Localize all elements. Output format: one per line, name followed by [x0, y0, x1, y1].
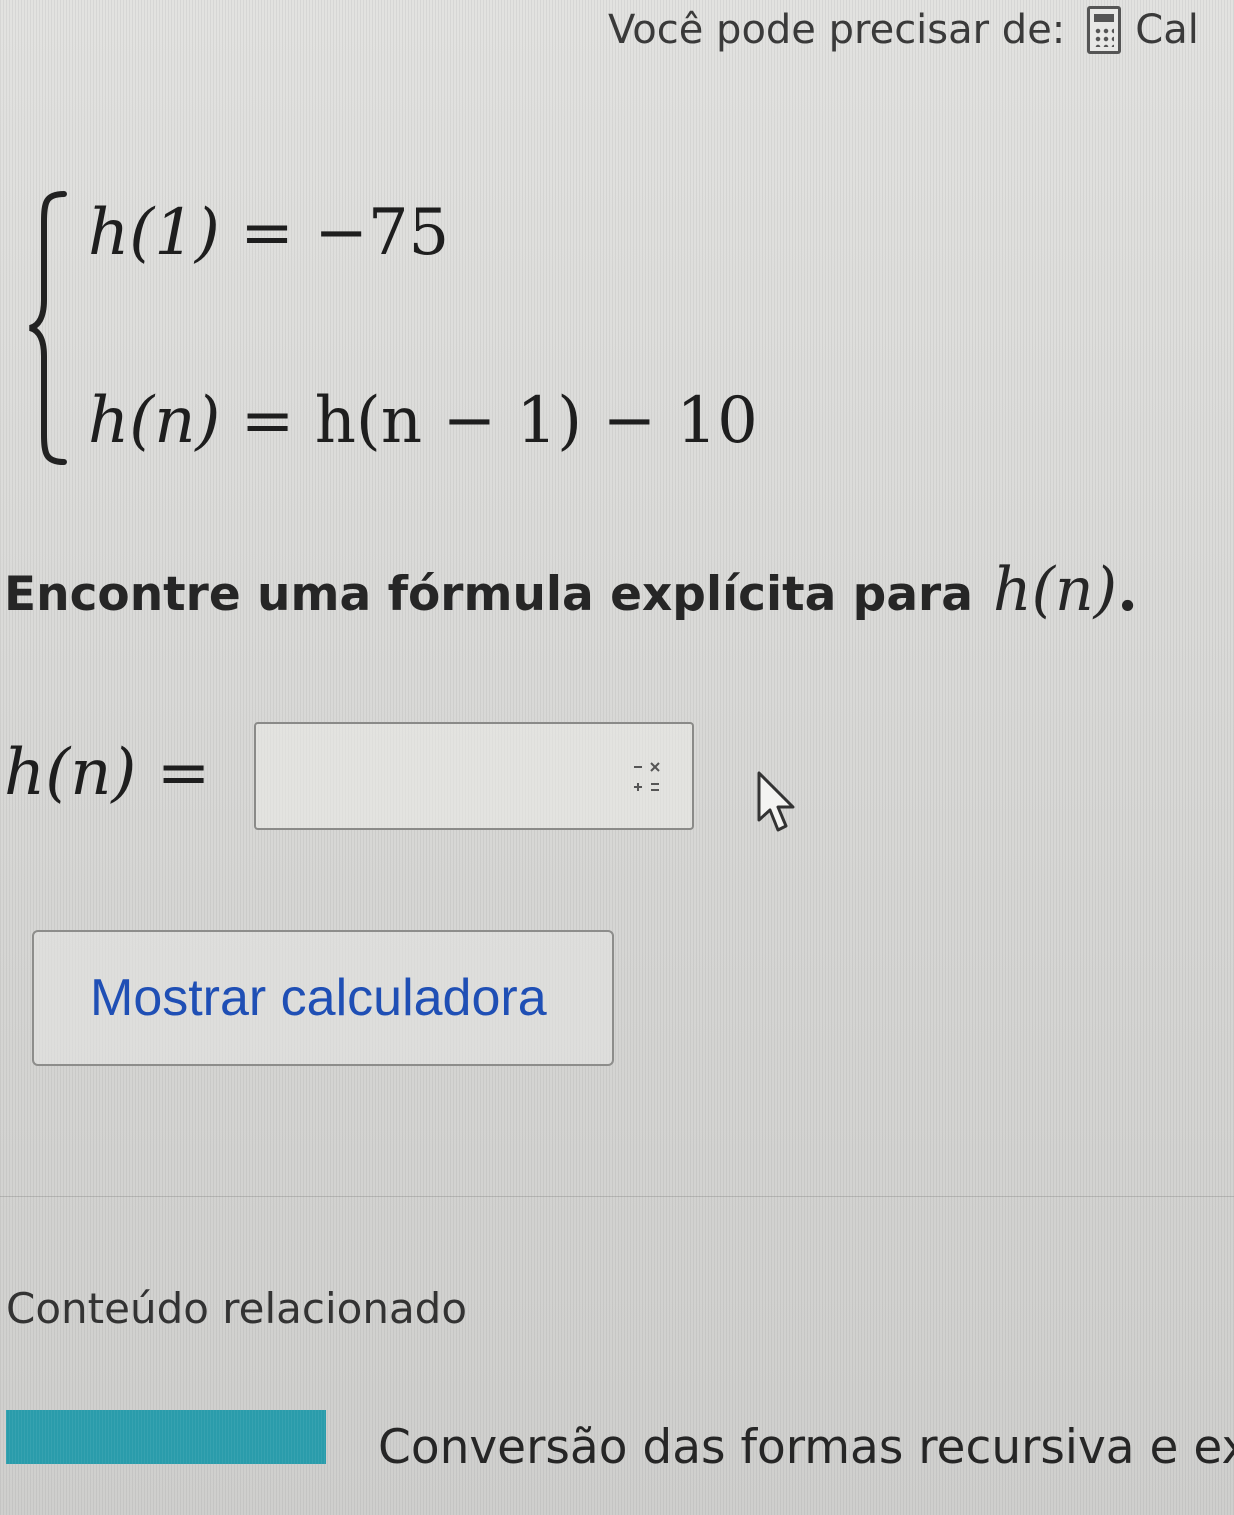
recursive-case: h(n) = h(n − 1) − 10: [88, 384, 758, 458]
base-case-rhs: = −75: [240, 196, 450, 270]
tools-hint: Você pode precisar de: Cal: [608, 4, 1199, 56]
left-brace: [29, 191, 67, 465]
question: Encontre uma fórmula explícita para h(n)…: [4, 555, 1138, 625]
question-period: .: [1117, 555, 1138, 625]
question-text: Encontre uma fórmula explícita para: [4, 567, 973, 622]
related-content-link[interactable]: Conversão das formas recursiva e expli: [378, 1420, 1234, 1475]
recursive-system: h(1) = −75 h(n) = h(n − 1) − 10: [28, 188, 788, 478]
base-case: h(1) = −75: [88, 196, 449, 270]
calculator-link[interactable]: Cal: [1135, 7, 1199, 53]
related-content-title: Conteúdo relacionado: [6, 1284, 468, 1333]
base-case-lhs: h(1): [88, 196, 220, 270]
show-calculator-button[interactable]: Mostrar calculadora: [32, 930, 614, 1066]
recursive-case-lhs: h(n): [88, 384, 221, 458]
answer-lhs: h(n) =: [4, 736, 211, 810]
question-math: h(n): [992, 555, 1118, 625]
tools-hint-label: Você pode precisar de:: [608, 7, 1066, 53]
calculator-icon[interactable]: [1087, 6, 1122, 54]
recursive-case-rhs: = h(n − 1) − 10: [240, 384, 758, 458]
math-keyboard-icon[interactable]: [626, 758, 666, 798]
answer-field[interactable]: [254, 722, 694, 830]
mouse-pointer-icon: [757, 771, 795, 832]
related-video-thumbnail[interactable]: [6, 1410, 326, 1464]
answer-input[interactable]: [264, 732, 608, 822]
section-divider: [0, 1196, 1234, 1197]
